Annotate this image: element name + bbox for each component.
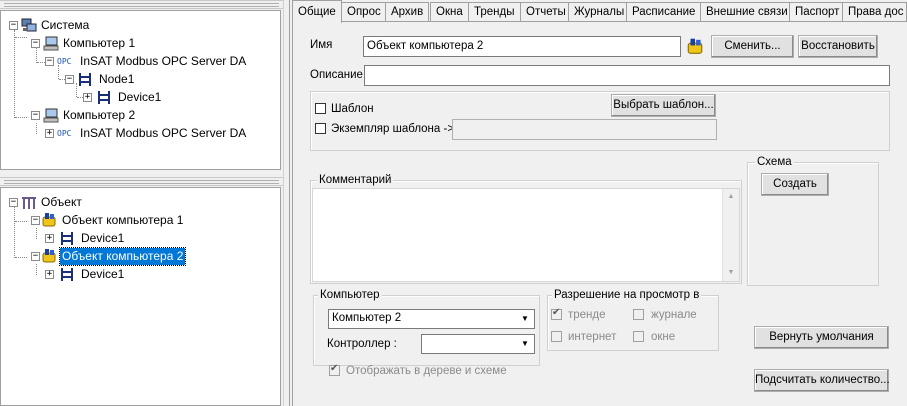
collapse-toggle[interactable]: − xyxy=(31,39,40,48)
opc-icon: OPC xyxy=(57,57,72,66)
computer-select[interactable]: Компьютер 2 ▼ xyxy=(328,309,535,329)
tree-node-label: Система xyxy=(41,18,90,32)
device-icon xyxy=(61,232,73,245)
name-field[interactable]: Объект компьютера 2 xyxy=(363,36,681,57)
tab-schedule[interactable]: Расписание xyxy=(626,2,702,22)
system-tree[interactable]: − Система − Компьютер 1 − OPC InSAT Modb… xyxy=(0,10,281,170)
view-permission-label: Разрешение на просмотр в xyxy=(552,289,702,302)
computer-icon xyxy=(43,36,59,51)
controller-label: Контроллер : xyxy=(327,338,397,350)
tab-bar: Общие Опрос Архив Окна Тренды Отчеты Жур… xyxy=(292,0,907,23)
create-button[interactable]: Создать xyxy=(761,173,829,196)
tab-access-rights[interactable]: Права дос xyxy=(842,2,907,22)
name-label: Имя xyxy=(310,39,333,51)
tree-node-label: InSAT Modbus OPC Server DA xyxy=(80,126,247,140)
collapse-toggle[interactable]: − xyxy=(45,57,54,66)
trend-label: тренде xyxy=(568,309,606,321)
journal-checkbox xyxy=(633,309,644,320)
expand-toggle[interactable]: + xyxy=(83,93,92,102)
chevron-down-icon[interactable]: ▼ xyxy=(517,336,533,352)
tab-windows[interactable]: Окна xyxy=(430,2,469,22)
tree-node-label: Объект компьютера 1 xyxy=(62,213,184,227)
controller-select[interactable]: ▼ xyxy=(421,334,535,354)
device-icon xyxy=(98,91,110,104)
object-root-icon xyxy=(22,197,36,209)
system-icon xyxy=(21,18,37,32)
template-instance-checkbox[interactable] xyxy=(315,123,326,134)
internet-label: интернет xyxy=(568,331,617,343)
restore-defaults-button[interactable]: Вернуть умолчания xyxy=(754,326,889,349)
scroll-up-icon[interactable]: ▲ xyxy=(723,189,739,205)
tree-node-label: Компьютер 1 xyxy=(63,36,136,50)
template-label: Шаблон xyxy=(331,103,374,115)
template-instance-field xyxy=(452,119,717,140)
object-tree[interactable]: − Объект − Объект компьютера 1 + Device1… xyxy=(0,187,281,406)
tab-passport[interactable]: Паспорт xyxy=(789,2,846,22)
template-checkbox[interactable] xyxy=(315,103,326,114)
computer-icon xyxy=(43,108,59,123)
tree-node-label: Device1 xyxy=(118,90,162,104)
restore-button[interactable]: Восстановить xyxy=(798,35,878,58)
show-in-tree-checkbox xyxy=(329,363,340,376)
object-computer-icon xyxy=(42,249,56,263)
tab-content-general: Имя Объект компьютера 2 Сменить... Восст… xyxy=(292,21,907,406)
count-button[interactable]: Подсчитать количество... xyxy=(754,369,890,392)
expand-toggle[interactable]: + xyxy=(45,129,54,138)
opc-icon: OPC xyxy=(57,129,72,138)
description-field[interactable] xyxy=(364,65,890,86)
template-instance-label: Экземпляр шаблона -> xyxy=(331,123,455,135)
top-tree-grip[interactable] xyxy=(0,0,283,9)
collapse-toggle[interactable]: − xyxy=(31,111,40,120)
tree-node-label-selected: Объект компьютера 2 xyxy=(58,247,187,266)
tab-external-links[interactable]: Внешние связи xyxy=(700,2,794,22)
comment-textarea[interactable]: ▲ ▼ xyxy=(312,188,740,282)
bottom-tree-grip[interactable] xyxy=(0,177,283,186)
collapse-toggle[interactable]: − xyxy=(65,75,74,84)
tab-journals[interactable]: Журналы xyxy=(568,2,631,22)
expand-toggle[interactable]: + xyxy=(45,234,54,243)
chevron-down-icon[interactable]: ▼ xyxy=(517,311,533,327)
tree-node-label: Node1 xyxy=(99,72,135,86)
object-computer-icon xyxy=(687,38,703,54)
vertical-splitter[interactable] xyxy=(283,0,290,406)
expand-toggle[interactable]: + xyxy=(45,270,54,279)
tree-node-label: InSAT Modbus OPC Server DA xyxy=(80,54,247,68)
collapse-toggle[interactable]: − xyxy=(31,252,40,261)
comment-scrollbar[interactable]: ▲ ▼ xyxy=(722,189,739,281)
computer-group-label: Компьютер xyxy=(318,289,382,302)
object-computer-icon xyxy=(42,213,56,227)
comment-group-label: Комментарий xyxy=(317,174,394,187)
trend-checkbox xyxy=(551,307,562,320)
change-button[interactable]: Сменить... xyxy=(711,35,794,58)
scheme-group-label: Схема xyxy=(755,156,794,169)
tree-node-label: Device1 xyxy=(81,231,125,245)
computer-group xyxy=(313,295,540,366)
journal-label: журнале xyxy=(651,309,697,321)
tab-trends[interactable]: Тренды xyxy=(468,2,521,22)
show-in-tree-label: Отображать в дереве и схеме xyxy=(346,365,507,377)
tree-node-label: Компьютер 2 xyxy=(63,108,136,122)
tab-archive[interactable]: Архив xyxy=(385,2,430,22)
node-icon xyxy=(79,73,91,86)
window-checkbox xyxy=(633,331,644,342)
internet-checkbox xyxy=(551,331,562,342)
tab-reports[interactable]: Отчеты xyxy=(520,2,572,22)
collapse-toggle[interactable]: − xyxy=(9,198,18,207)
window-label: окне xyxy=(651,331,676,343)
scroll-down-icon[interactable]: ▼ xyxy=(723,265,739,281)
collapse-toggle[interactable]: − xyxy=(31,216,40,225)
tab-general[interactable]: Общие xyxy=(292,0,342,23)
choose-template-button[interactable]: Выбрать шаблон... xyxy=(611,94,716,117)
tree-node-label: Объект xyxy=(41,195,82,209)
collapse-toggle[interactable]: − xyxy=(9,21,18,30)
tab-polling[interactable]: Опрос xyxy=(341,2,387,22)
computer-select-value: Компьютер 2 xyxy=(332,312,402,324)
tree-node-label: Device1 xyxy=(81,267,125,281)
description-label: Описание xyxy=(310,69,363,81)
device-icon xyxy=(61,268,73,281)
